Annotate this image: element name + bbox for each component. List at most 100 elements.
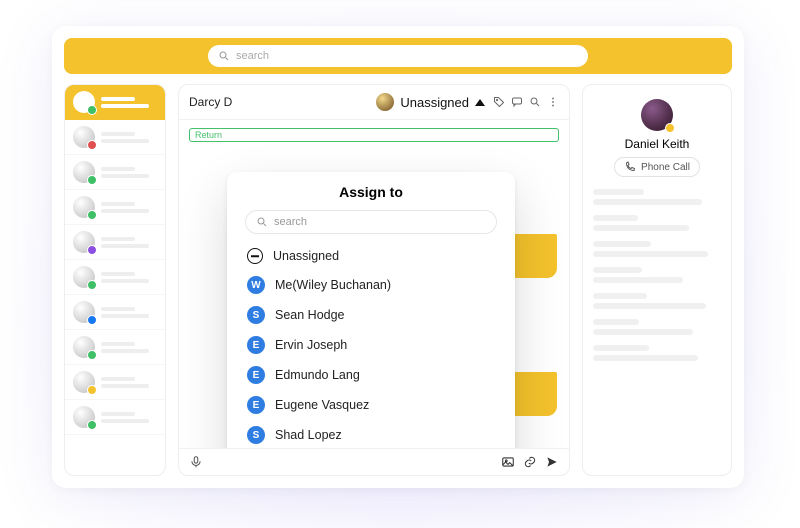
avatar [73,266,95,288]
assign-search-placeholder: search [274,216,307,228]
channel-badge-icon [87,420,97,430]
channel-badge-icon [87,385,97,395]
assign-option-label: Unassigned [273,249,339,263]
preview-lines [101,412,157,423]
phone-icon [624,161,636,173]
mic-icon[interactable] [189,455,203,469]
search-icon[interactable] [529,96,541,108]
popover-title: Assign to [227,184,515,200]
preview-lines [101,132,157,143]
assign-option-label: Sean Hodge [275,308,345,322]
user-avatar: E [247,366,265,384]
conversation-item[interactable] [65,155,165,190]
user-avatar: E [247,396,265,414]
assign-option-user[interactable]: W Me(Wiley Buchanan) [227,270,515,300]
contact-details-panel: Daniel Keith Phone Call [582,84,732,476]
preview-lines [101,272,157,283]
channel-badge-icon [87,315,97,325]
avatar [73,301,95,323]
assign-popover: Assign to search Unassigned W Me(Wiley Buc… [227,172,515,448]
conversation-item[interactable] [65,190,165,225]
avatar [73,196,95,218]
conversation-item[interactable] [65,225,165,260]
assign-option-user[interactable]: S Sean Hodge [227,300,515,330]
user-avatar: S [247,426,265,444]
preview-lines [101,342,157,353]
preview-lines [101,97,157,108]
image-icon[interactable] [501,455,515,469]
channel-badge-icon [87,280,97,290]
assign-option-user[interactable]: E Eugene Vasquez [227,390,515,420]
conversation-list [64,84,166,476]
conversation-panel: Darcy D Unassigned Return [178,84,570,476]
avatar [73,406,95,428]
avatar [73,336,95,358]
conversation-item[interactable] [65,365,165,400]
channel-badge-icon [87,105,97,115]
channel-badge-icon [87,210,97,220]
conversation-item[interactable] [65,85,165,120]
assign-option-label: Shad Lopez [275,428,342,442]
preview-lines [101,307,157,318]
assignee-avatar [376,93,394,111]
send-icon[interactable] [545,455,559,469]
assign-option-user[interactable]: E Edmundo Lang [227,360,515,390]
phone-call-label: Phone Call [641,162,690,173]
header-actions [493,96,559,108]
status-chip: Return [189,128,559,142]
assign-options-list: Unassigned W Me(Wiley Buchanan) S Sean Hodge… [227,242,515,448]
search-placeholder: search [236,50,269,62]
avatar [73,91,95,113]
conversation-item[interactable] [65,400,165,435]
presence-dot [665,123,675,133]
unassigned-icon [247,248,263,264]
message-composer[interactable] [179,448,569,475]
assign-option-label: Edmundo Lang [275,368,360,382]
preview-lines [101,202,157,213]
assignee-label: Unassigned [400,95,469,110]
assign-option-user[interactable]: S Shad Lopez [227,420,515,448]
phone-call-button[interactable]: Phone Call [614,157,700,177]
topbar: search [64,38,732,74]
user-avatar: E [247,336,265,354]
link-icon[interactable] [523,455,537,469]
assign-search-input[interactable]: search [245,210,497,234]
conversation-item[interactable] [65,260,165,295]
app-frame: search Darcy D Unassigned [52,26,744,488]
search-icon [256,216,268,228]
detail-skeletons [593,189,721,361]
chat-body: Assign to search Unassigned W Me(Wiley Buc… [179,142,569,448]
conversation-header: Darcy D Unassigned [179,85,569,120]
preview-lines [101,377,157,388]
avatar [73,126,95,148]
assign-option-label: Eugene Vasquez [275,398,369,412]
channel-badge-icon [87,140,97,150]
search-icon [218,50,230,62]
chevron-up-icon [475,99,485,106]
avatar [73,161,95,183]
preview-lines [101,237,157,248]
contact-detail-name: Daniel Keith [625,137,690,151]
channel-badge-icon [87,350,97,360]
conversation-item[interactable] [65,295,165,330]
tag-icon[interactable] [493,96,505,108]
user-avatar: S [247,306,265,324]
assign-option-user[interactable]: E Ervin Joseph [227,330,515,360]
assign-option-label: Ervin Joseph [275,338,347,352]
assignee-dropdown[interactable]: Unassigned [376,93,485,111]
assign-option-label: Me(Wiley Buchanan) [275,278,391,292]
preview-lines [101,167,157,178]
avatar [73,371,95,393]
conversation-item[interactable] [65,120,165,155]
avatar [73,231,95,253]
global-search-input[interactable]: search [208,45,588,67]
more-icon[interactable] [547,96,559,108]
assign-option-unassigned[interactable]: Unassigned [227,242,515,270]
contact-name: Darcy D [189,95,232,109]
conversation-item[interactable] [65,330,165,365]
channel-badge-icon [87,175,97,185]
channel-badge-icon [87,245,97,255]
user-avatar: W [247,276,265,294]
contact-avatar [641,99,673,131]
comment-icon[interactable] [511,96,523,108]
